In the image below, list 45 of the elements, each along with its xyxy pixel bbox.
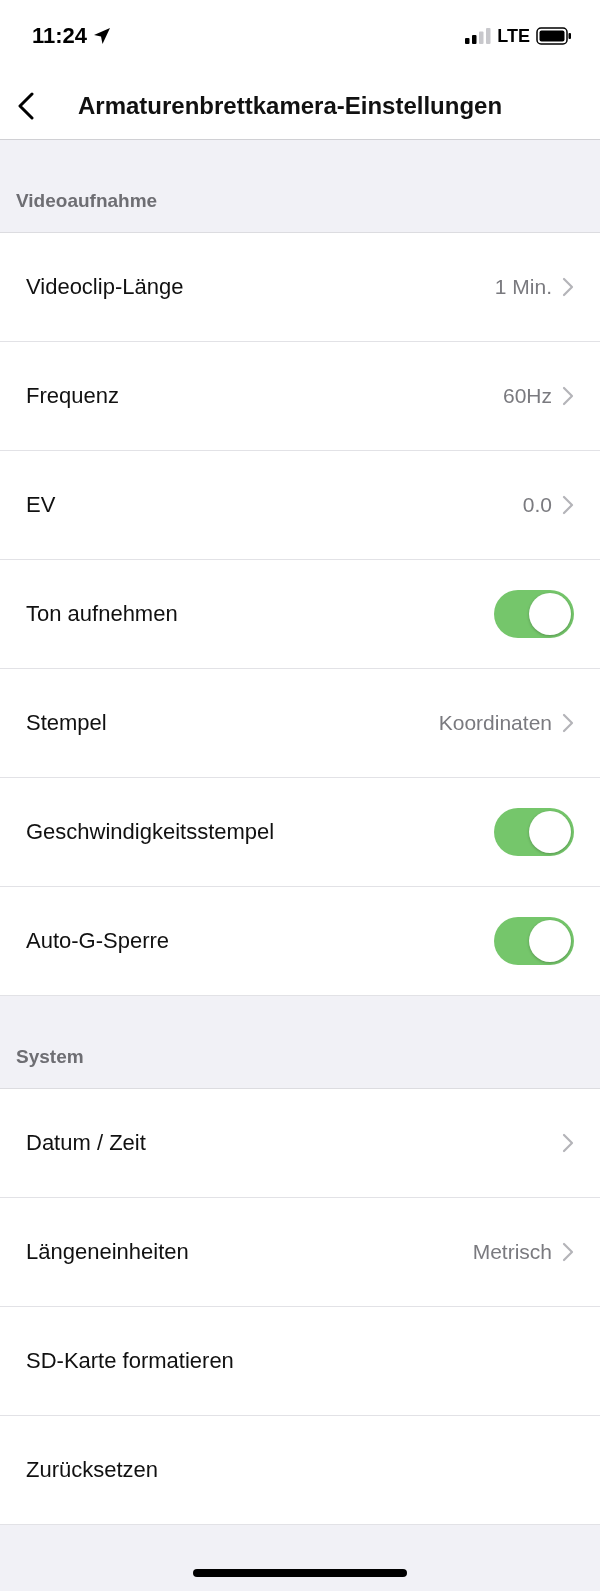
settings-row[interactable]: Geschwindigkeitsstempel [0, 778, 600, 887]
chevron-right-icon [562, 495, 574, 515]
settings-row[interactable]: Längeneinheiten Metrisch [0, 1198, 600, 1307]
settings-row[interactable]: SD-Karte formatieren [0, 1307, 600, 1416]
page-title: Armaturenbrettkamera-Einstellungen [78, 91, 503, 120]
battery-icon [536, 27, 572, 45]
setting-label: Stempel [26, 710, 108, 736]
setting-label: Datum / Zeit [26, 1130, 147, 1156]
settings-row[interactable]: Videoclip-Länge 1 Min. [0, 233, 600, 342]
settings-row[interactable]: Datum / Zeit [0, 1089, 600, 1198]
status-time: 11:24 [32, 23, 88, 49]
chevron-right-icon [562, 1242, 574, 1262]
toggle-switch[interactable] [494, 917, 574, 965]
toggle-switch[interactable] [494, 808, 574, 856]
section-title: Videoaufnahme [16, 190, 158, 212]
setting-label: EV [26, 492, 57, 518]
network-type: LTE [497, 25, 530, 47]
setting-value: 60Hz [502, 384, 552, 408]
settings-row[interactable]: EV 0.0 [0, 451, 600, 560]
settings-row[interactable]: Frequenz 60Hz [0, 342, 600, 451]
setting-label: Zurücksetzen [26, 1457, 160, 1483]
setting-value: Metrisch [472, 1240, 552, 1264]
signal-icon [465, 28, 492, 44]
setting-label: Ton aufnehmen [26, 601, 179, 627]
setting-label: SD-Karte formatieren [26, 1348, 235, 1374]
chevron-right-icon [562, 713, 574, 733]
chevron-right-icon [562, 277, 574, 297]
setting-label: Auto-G-Sperre [26, 928, 171, 954]
setting-value: 0.0 [522, 493, 552, 517]
section-title: System [16, 1046, 84, 1068]
setting-label: Videoclip-Länge [26, 274, 185, 300]
toggle-switch[interactable] [494, 590, 574, 638]
location-arrow-icon [93, 27, 112, 45]
setting-value: Koordinaten [438, 711, 552, 735]
settings-row[interactable]: Zurücksetzen [0, 1416, 600, 1525]
setting-label: Längeneinheiten [26, 1239, 190, 1265]
setting-value: 1 Min. [494, 275, 552, 299]
settings-row[interactable]: Stempel Koordinaten [0, 669, 600, 778]
chevron-right-icon [562, 386, 574, 406]
setting-label: Geschwindigkeitsstempel [26, 819, 276, 845]
setting-label: Frequenz [26, 383, 120, 409]
settings-row[interactable]: Auto-G-Sperre [0, 887, 600, 996]
settings-row[interactable]: Ton aufnehmen [0, 560, 600, 669]
back-chevron-icon [18, 91, 34, 120]
chevron-right-icon [562, 1133, 574, 1153]
